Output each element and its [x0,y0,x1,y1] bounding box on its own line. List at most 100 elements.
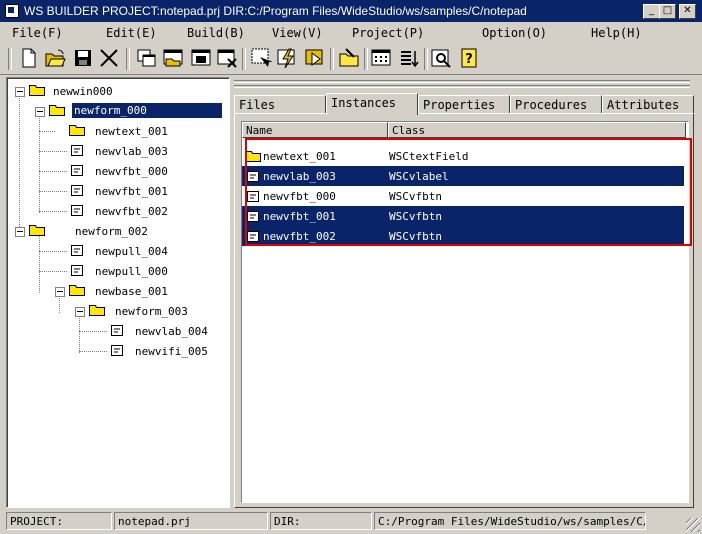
tree-node-label: newvfbt_002 [95,205,168,218]
tree-node-newform_002[interactable]: newform_002 [7,222,227,240]
menu-view[interactable]: View(V) [272,26,323,40]
row-name: newvfbt_000 [263,190,336,203]
groove-divider [234,80,690,83]
widget-icon [247,211,259,222]
groove-divider [234,85,690,88]
widget-icon [71,265,83,276]
list-icon[interactable] [398,47,420,69]
resize-grip[interactable] [686,518,700,532]
tree-node-label: newbase_001 [95,285,168,298]
tree-node-newvifi_005[interactable]: newvifi_005 [7,342,227,360]
status-project-label: PROJECT: [6,512,112,530]
instance-tree[interactable]: newwin000 newform_000 newtext_001 newvla… [6,77,230,508]
open-window-icon[interactable] [162,47,184,69]
open-folder-icon[interactable] [44,47,66,69]
tree-node-label: newvlab_003 [95,145,168,158]
list-row[interactable]: newvfbt_000 WSCvfbtn [242,186,684,206]
column-header-name[interactable]: Name [242,122,388,138]
tree-node-label: newform_002 [75,225,148,238]
tree-node-newpull_004[interactable]: newpull_004 [7,242,227,260]
collapse-icon[interactable] [55,287,65,297]
row-class: WSCvfbtn [389,230,442,243]
save-icon[interactable] [72,47,94,69]
new-file-icon[interactable] [18,47,40,69]
select-instance-icon[interactable] [250,47,273,69]
tree-node-newvfbt_002[interactable]: newvfbt_002 [7,202,227,220]
menu-bar: File(F) Edit(E) Build(B) View(V) Project… [0,22,702,42]
save-window-icon[interactable] [190,47,212,69]
folder-icon [69,285,85,296]
collapse-icon[interactable] [15,227,25,237]
menu-build[interactable]: Build(B) [187,26,245,40]
close-button[interactable]: ✕ [679,4,696,19]
list-row[interactable]: newtext_001 WSCtextField [242,146,684,166]
row-name: newvlab_003 [263,170,336,183]
instance-list[interactable]: Name Class newtext_001 WSCtextField newv… [241,121,689,503]
row-name: newvfbt_001 [263,210,336,223]
menu-option[interactable]: Option(O) [482,26,547,40]
tree-node-newpull_000[interactable]: newpull_000 [7,262,227,280]
tab-files[interactable]: Files [234,95,326,114]
column-header-class[interactable]: Class [388,122,686,138]
folder-icon [29,85,45,96]
collapse-icon[interactable] [35,107,45,117]
window-title: WS BUILDER PROJECT:notepad.prj DIR:C:/Pr… [24,4,527,18]
run-icon[interactable] [304,47,326,69]
menu-edit[interactable]: Edit(E) [106,26,157,40]
toolbar: ? [0,42,702,75]
list-row[interactable]: newvfbt_002 WSCvfbtn [242,226,684,246]
tree-node-newbase_001[interactable]: newbase_001 [7,282,227,300]
help-icon[interactable]: ? [458,47,480,69]
row-class: WSCtextField [389,150,469,163]
list-row[interactable]: newvlab_003 WSCvlabel [242,166,684,186]
row-name: newtext_001 [263,150,336,163]
right-panel: Files Instances Properties Procedures At… [234,77,696,508]
delete-window-icon[interactable] [216,47,238,69]
widget-icon [71,185,83,196]
preview-icon[interactable] [430,47,452,69]
tree-node-newform_000[interactable]: newform_000 [7,102,227,120]
tree-node-newtext_001[interactable]: newtext_001 [7,122,227,140]
toolbar-separator [242,48,246,70]
tree-node-newvlab_003[interactable]: newvlab_003 [7,142,227,160]
folder-arrow-icon[interactable] [338,47,360,69]
folder-icon [245,151,261,162]
toolbar-separator [364,48,368,70]
widget-icon [247,171,259,182]
status-dir-label: DIR: [270,512,372,530]
list-row[interactable]: newvfbt_001 WSCvfbtn [242,206,684,226]
tree-node-newvlab_004[interactable]: newvlab_004 [7,322,227,340]
tab-properties[interactable]: Properties [418,95,510,114]
tree-node-newform_003[interactable]: newform_003 [7,302,227,320]
collapse-icon[interactable] [75,307,85,317]
collapse-icon[interactable] [15,87,25,97]
tab-procedures[interactable]: Procedures [510,95,602,114]
cut-icon[interactable] [98,47,120,69]
minimize-button[interactable]: _ [643,4,660,19]
tree-node-newvfbt_001[interactable]: newvfbt_001 [7,182,227,200]
tree-node-newvfbt_000[interactable]: newvfbt_000 [7,162,227,180]
tree-node-label: newvifi_005 [135,345,208,358]
tree-node-label: newpull_000 [95,265,168,278]
tab-attributes[interactable]: Attributes [602,95,694,114]
grid-icon[interactable] [370,47,392,69]
copy-window-icon[interactable] [136,47,158,69]
svg-text:?: ? [465,52,473,67]
status-dir-value: C:/Program Files/WideStudio/ws/samples/C… [374,512,646,530]
row-name: newvfbt_002 [263,230,336,243]
widget-icon [111,345,123,356]
menu-help[interactable]: Help(H) [591,26,642,40]
build-lightning-icon[interactable] [276,47,298,69]
menu-file[interactable]: File(F) [12,26,63,40]
tree-node-newwin000[interactable]: newwin000 [7,82,227,100]
menu-project[interactable]: Project(P) [352,26,424,40]
maximize-button[interactable]: □ [659,4,676,19]
tree-node-label: newform_000 [72,103,222,118]
row-class: WSCvfbtn [389,210,442,223]
tree-node-label: newvfbt_000 [95,165,168,178]
tree-node-label: newwin000 [53,85,113,98]
title-bar: WS BUILDER PROJECT:notepad.prj DIR:C:/Pr… [0,0,702,22]
tab-instances[interactable]: Instances [326,93,418,115]
toolbar-separator [8,48,12,70]
status-bar: PROJECT: notepad.prj DIR: C:/Program Fil… [0,508,702,534]
